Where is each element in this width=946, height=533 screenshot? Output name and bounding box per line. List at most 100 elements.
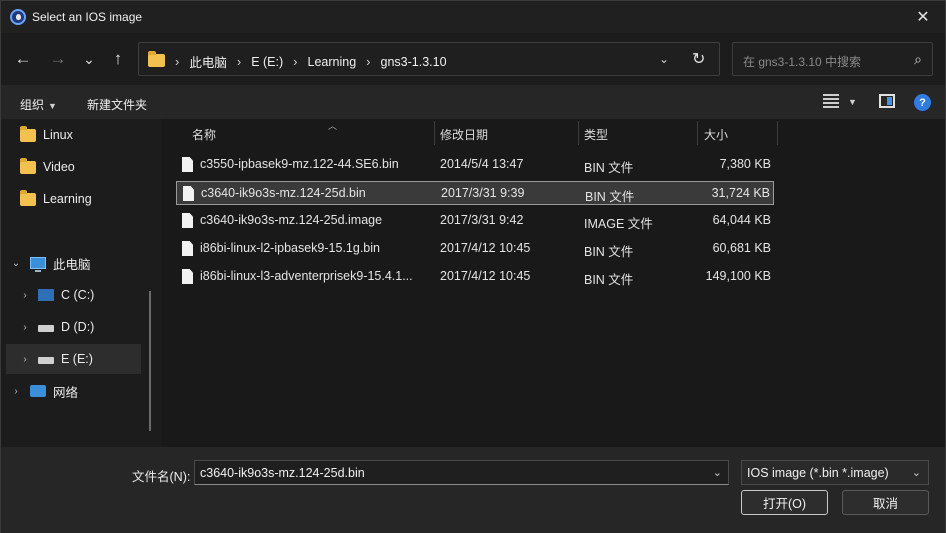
file-icon bbox=[182, 241, 193, 256]
recent-locations-button[interactable]: ⌄ bbox=[77, 48, 101, 70]
sidebar-item-label: D (D:) bbox=[61, 320, 95, 334]
new-folder-button[interactable]: 新建文件夹 bbox=[87, 96, 147, 113]
cancel-button[interactable]: 取消 bbox=[842, 490, 929, 515]
open-button[interactable]: 打开(O) bbox=[741, 490, 828, 515]
sidebar-item-learning[interactable]: Learning bbox=[6, 184, 141, 214]
file-modified: 2017/4/12 10:45 bbox=[440, 241, 531, 255]
preview-pane-icon[interactable] bbox=[879, 94, 895, 108]
sidebar-item-drive-d[interactable]: › D (D:) bbox=[18, 312, 153, 342]
sidebar-item-drive-c[interactable]: › C (C:) bbox=[18, 280, 153, 310]
dialog-footer: 文件名(N): c3640-ik9o3s-mz.124-25d.bin ⌄ IO… bbox=[1, 447, 945, 533]
pc-icon bbox=[30, 257, 46, 272]
sidebar-item-label: 此电脑 bbox=[53, 257, 91, 272]
file-list: 名称 ︿ 修改日期 类型 大小 c3550-ipbasek9-mz.122-44… bbox=[162, 119, 945, 447]
drive-icon bbox=[38, 289, 54, 301]
caret-down-icon[interactable]: ▼ bbox=[848, 97, 857, 107]
breadcrumb-drive-e[interactable]: E (E:) bbox=[251, 55, 283, 69]
column-divider[interactable] bbox=[777, 121, 778, 145]
folder-icon bbox=[20, 125, 36, 142]
sidebar-item-linux[interactable]: Linux bbox=[6, 120, 141, 150]
sidebar-item-video[interactable]: Video bbox=[6, 152, 141, 182]
address-bar[interactable]: › 此电脑 › E (E:) › Learning › gns3-1.3.10 … bbox=[138, 42, 720, 76]
chevron-down-icon: ⌄ bbox=[911, 467, 921, 479]
file-size: 64,044 KB bbox=[712, 213, 771, 227]
navigation-pane: Linux Video Learning ⌄ 此电脑 › C (C:) › D … bbox=[1, 119, 161, 447]
filename-input[interactable]: c3640-ik9o3s-mz.124-25d.bin ⌄ bbox=[194, 460, 729, 485]
breadcrumb-learning[interactable]: Learning bbox=[308, 55, 357, 69]
file-type-select[interactable]: IOS image (*.bin *.image) ⌄ bbox=[741, 460, 929, 485]
file-type: BIN 文件 bbox=[585, 190, 635, 204]
window-title: Select an IOS image bbox=[32, 10, 143, 24]
column-header-type[interactable]: 类型 bbox=[578, 119, 698, 147]
folder-icon bbox=[20, 157, 36, 174]
chevron-down-icon[interactable]: ⌄ bbox=[713, 466, 722, 479]
filename-value: c3640-ik9o3s-mz.124-25d.bin bbox=[200, 466, 365, 480]
command-bar: 组织 ▼ 新建文件夹 ▼ ? bbox=[1, 85, 945, 119]
sidebar-item-network[interactable]: › 网络 bbox=[9, 376, 144, 406]
column-header-modified[interactable]: 修改日期 bbox=[434, 119, 578, 147]
chevron-right-icon[interactable]: › bbox=[18, 290, 32, 301]
up-button[interactable]: ↑ bbox=[106, 48, 130, 70]
file-name: i86bi-linux-l2-ipbasek9-15.1g.bin bbox=[200, 241, 380, 255]
view-options-icon[interactable] bbox=[823, 94, 839, 108]
forward-button[interactable]: → bbox=[46, 48, 70, 70]
chevron-right-icon: › bbox=[293, 54, 298, 69]
chevron-right-icon[interactable]: › bbox=[18, 322, 32, 333]
chevron-right-icon: › bbox=[236, 54, 242, 69]
sidebar-scrollbar[interactable] bbox=[149, 291, 151, 431]
sidebar-item-this-pc[interactable]: ⌄ 此电脑 bbox=[9, 248, 144, 278]
search-input[interactable]: 在 gns3-1.3.10 中搜索 bbox=[743, 53, 861, 70]
organize-label: 组织 bbox=[20, 98, 45, 112]
title-bar: Select an IOS image ✕ bbox=[1, 1, 945, 33]
column-header-name[interactable]: 名称 ︿ bbox=[186, 119, 434, 147]
file-row[interactable]: c3640-ik9o3s-mz.124-25d.bin 2017/3/31 9:… bbox=[176, 181, 774, 205]
file-size: 149,100 KB bbox=[705, 269, 771, 283]
help-icon[interactable]: ? bbox=[914, 94, 931, 111]
breadcrumb-gns3[interactable]: gns3-1.3.10 bbox=[381, 55, 447, 69]
file-row[interactable]: c3640-ik9o3s-mz.124-25d.image 2017/3/31 … bbox=[176, 209, 774, 233]
navigation-bar: ← → ⌄ ↑ › 此电脑 › E (E:) › Learning › gns3… bbox=[1, 33, 945, 85]
column-header-size[interactable]: 大小 bbox=[698, 119, 778, 147]
sidebar-item-label: 网络 bbox=[53, 385, 79, 400]
refresh-icon[interactable]: ↻ bbox=[692, 49, 705, 69]
network-icon bbox=[30, 385, 46, 397]
sidebar-item-label: Video bbox=[43, 160, 75, 174]
file-row[interactable]: i86bi-linux-l3-adventerprisek9-15.4.1...… bbox=[176, 265, 774, 289]
breadcrumb: › 此电脑 › E (E:) › Learning › gns3-1.3.10 bbox=[172, 52, 447, 71]
file-row[interactable]: c3550-ipbasek9-mz.122-44.SE6.bin 2014/5/… bbox=[176, 153, 774, 177]
file-type: BIN 文件 bbox=[584, 245, 634, 259]
caret-down-icon: ▼ bbox=[48, 101, 57, 111]
file-row[interactable]: i86bi-linux-l2-ipbasek9-15.1g.bin 2017/4… bbox=[176, 237, 774, 261]
filename-label: 文件名(N): bbox=[132, 470, 191, 484]
search-box[interactable]: 在 gns3-1.3.10 中搜索 ⌕ bbox=[732, 42, 933, 76]
file-dialog-window: Select an IOS image ✕ ← → ⌄ ↑ › 此电脑 › E … bbox=[0, 0, 946, 533]
sidebar-item-label: Linux bbox=[43, 128, 73, 142]
file-size: 7,380 KB bbox=[719, 157, 771, 171]
drive-icon bbox=[38, 325, 54, 332]
file-type: IMAGE 文件 bbox=[584, 217, 653, 231]
close-button[interactable]: ✕ bbox=[901, 1, 945, 33]
file-type-value: IOS image (*.bin *.image) bbox=[747, 466, 889, 480]
chevron-right-icon[interactable]: › bbox=[18, 354, 32, 365]
back-button[interactable]: ← bbox=[11, 48, 35, 70]
column-header-label: 名称 bbox=[192, 128, 217, 142]
drive-icon bbox=[38, 357, 54, 364]
organize-menu[interactable]: 组织 ▼ bbox=[20, 96, 57, 113]
folder-icon bbox=[148, 51, 165, 67]
file-icon bbox=[182, 213, 193, 228]
chevron-right-icon[interactable]: › bbox=[9, 386, 23, 397]
sidebar-item-label: C (C:) bbox=[61, 288, 95, 302]
file-name: c3640-ik9o3s-mz.124-25d.image bbox=[200, 213, 383, 227]
sidebar-item-label: E (E:) bbox=[61, 352, 93, 366]
file-name: i86bi-linux-l3-adventerprisek9-15.4.1... bbox=[200, 269, 413, 283]
sidebar-item-drive-e[interactable]: › E (E:) bbox=[6, 344, 141, 374]
file-size: 60,681 KB bbox=[712, 241, 771, 255]
file-size: 31,724 KB bbox=[711, 186, 770, 200]
address-dropdown-icon[interactable]: ⌄ bbox=[659, 52, 669, 66]
file-name: c3640-ik9o3s-mz.124-25d.bin bbox=[201, 186, 366, 200]
chevron-right-icon: › bbox=[366, 54, 371, 69]
chevron-down-icon[interactable]: ⌄ bbox=[9, 258, 23, 269]
search-icon[interactable]: ⌕ bbox=[914, 51, 922, 68]
file-modified: 2017/3/31 9:39 bbox=[441, 186, 525, 200]
breadcrumb-this-pc[interactable]: 此电脑 bbox=[189, 52, 227, 71]
